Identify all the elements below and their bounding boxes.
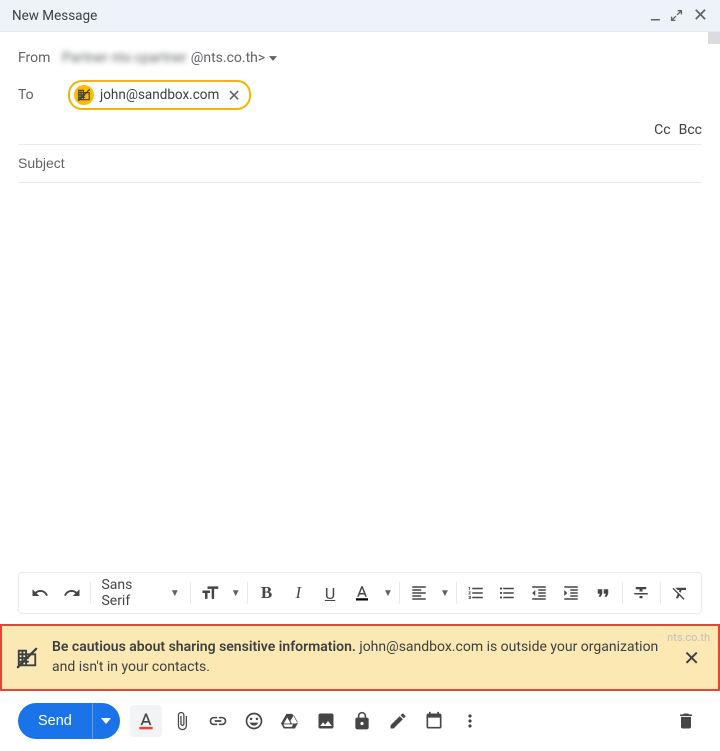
from-caret-icon[interactable] [269,56,277,61]
warning-bold: Be cautious about sharing sensitive info… [52,639,356,655]
schedule-send-button[interactable] [418,705,450,737]
font-size-caret-icon[interactable]: ▼ [225,578,243,608]
insert-emoji-button[interactable] [238,705,270,737]
toolbar-separator [399,582,400,604]
send-group: Send [18,703,120,739]
cc-toggle[interactable]: Cc [654,122,670,138]
confidential-mode-button[interactable] [346,705,378,737]
to-label: To [18,87,62,103]
compose-title: New Message [12,8,97,24]
cc-bcc-row: Cc Bcc [18,116,702,145]
toolbar-separator [622,582,623,604]
redo-button[interactable] [57,578,87,608]
subject-row [18,145,702,183]
message-body-editor[interactable] [18,183,702,572]
quote-button[interactable] [588,578,618,608]
numbered-list-button[interactable] [461,578,491,608]
recipient-chip[interactable]: john@sandbox.com ✕ [68,80,251,110]
insert-drive-button[interactable] [274,705,306,737]
warning-text: Be cautious about sharing sensitive info… [52,638,665,677]
from-domain: @nts.co.th> [191,50,265,66]
font-size-button[interactable] [195,578,225,608]
attach-file-button[interactable] [166,705,198,737]
insert-signature-button[interactable] [382,705,414,737]
bottom-icons [130,705,486,737]
strikethrough-button[interactable] [627,578,657,608]
insert-link-button[interactable] [202,705,234,737]
compose-body-area: From Partner nts cpartner @nts.co.th> To… [0,32,720,572]
font-family-dropdown[interactable]: Sans Serif▼ [95,578,185,608]
bcc-toggle[interactable]: Bcc [679,122,702,138]
bold-button[interactable]: B [252,578,282,608]
indent-less-button[interactable] [524,578,554,608]
external-recipient-warning: Be cautious about sharing sensitive info… [0,624,720,691]
from-name-blurred: Partner nts cpartner [62,50,187,66]
expand-button[interactable] [670,9,683,22]
close-button[interactable]: ✕ [693,7,708,25]
warning-close-button[interactable]: ✕ [679,646,704,670]
send-options-button[interactable] [92,703,120,739]
text-color-button[interactable] [347,578,377,608]
chip-email: john@sandbox.com [100,87,219,103]
indent-more-button[interactable] [556,578,586,608]
text-format-toggle[interactable] [130,705,162,737]
toolbar-separator [90,582,91,604]
align-button[interactable] [404,578,434,608]
italic-button[interactable]: I [283,578,313,608]
subject-input[interactable] [18,155,702,171]
footer-domain-text: nts.co.th [667,631,710,644]
underline-button[interactable]: U [315,578,345,608]
toolbar-separator [660,582,661,604]
text-color-caret-icon[interactable]: ▼ [377,578,395,608]
bulleted-list-button[interactable] [493,578,523,608]
send-button[interactable]: Send [18,703,92,739]
from-row: From Partner nts cpartner @nts.co.th> [18,42,702,74]
chip-remove-icon[interactable]: ✕ [227,86,240,105]
undo-button[interactable] [25,578,55,608]
bottom-toolbar: Send [0,691,720,751]
warning-building-icon [16,647,38,669]
external-org-icon [74,85,94,105]
more-options-button[interactable] [454,705,486,737]
from-value[interactable]: Partner nts cpartner @nts.co.th> [62,50,277,66]
align-caret-icon[interactable]: ▼ [434,578,452,608]
format-toolbar: Sans Serif▼ ▼ B I U ▼ ▼ [18,572,702,614]
insert-photo-button[interactable] [310,705,342,737]
to-row: To john@sandbox.com ✕ [18,74,702,116]
from-label: From [18,50,62,66]
compose-header: New Message _ ✕ [0,0,720,32]
toolbar-separator [456,582,457,604]
minimize-button[interactable]: _ [651,2,660,22]
remove-formatting-button[interactable] [665,578,695,608]
window-controls: _ ✕ [651,6,708,26]
discard-draft-button[interactable] [670,705,702,737]
toolbar-separator [247,582,248,604]
toolbar-separator [190,582,191,604]
scrollbar[interactable] [708,32,720,44]
